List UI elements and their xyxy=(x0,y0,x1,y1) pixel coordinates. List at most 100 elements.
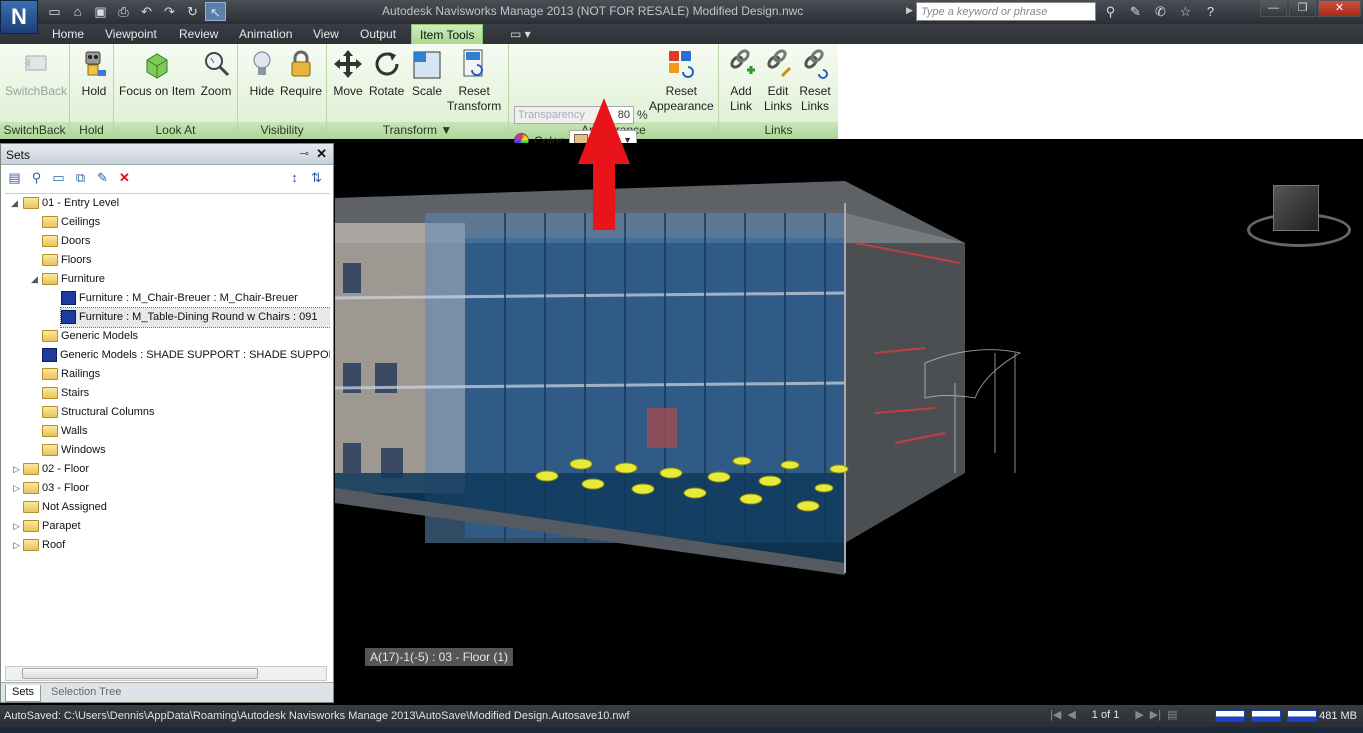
prev-page-icon[interactable]: ◀ xyxy=(1067,708,1075,721)
tree-item[interactable]: Doors xyxy=(42,232,90,251)
pin-icon[interactable]: ⊸ xyxy=(300,147,309,160)
tab-sets[interactable]: Sets xyxy=(5,685,42,702)
scrollbar-thumb[interactable] xyxy=(22,668,258,679)
tab-home[interactable]: Home xyxy=(44,24,92,44)
new-file-icon[interactable]: ▭ xyxy=(44,2,65,21)
sheet-browser-icon[interactable]: ▤ xyxy=(1167,708,1177,721)
tree-item[interactable]: Not Assigned xyxy=(23,498,107,517)
close-button[interactable]: ✕ xyxy=(1318,0,1361,17)
refresh-icon[interactable]: ↻ xyxy=(182,2,203,21)
expand-icon[interactable]: ▷ xyxy=(13,536,20,555)
favorites-icon[interactable]: ☆ xyxy=(1175,2,1196,21)
communication-icon[interactable]: ✆ xyxy=(1150,2,1171,21)
binoculars-icon[interactable]: ⚲ xyxy=(1100,2,1121,21)
scale-button[interactable]: Scale xyxy=(411,48,443,99)
close-icon[interactable]: ✕ xyxy=(316,146,327,162)
quick-access-toolbar: ▭ ⌂ ▣ ⎙ ↶ ↷ ↻ ↖ xyxy=(44,2,226,21)
tree-item[interactable]: Stairs xyxy=(42,384,89,403)
tree-item[interactable]: 01 - Entry Level xyxy=(23,194,119,213)
expand-icon[interactable]: ▷ xyxy=(13,517,20,536)
focus-on-item-button[interactable]: Focus on Item xyxy=(119,48,195,99)
viewcube[interactable] xyxy=(1273,185,1319,231)
tree-item[interactable]: Furniture : M_Chair-Breuer : M_Chair-Bre… xyxy=(61,289,298,308)
tree-item[interactable]: Floors xyxy=(42,251,92,270)
application-menu-button[interactable]: N xyxy=(0,0,38,34)
search-expand-icon[interactable]: ▶ xyxy=(906,5,913,16)
tree-item-label: Stairs xyxy=(61,387,90,399)
tree-item[interactable]: Roof xyxy=(23,536,65,555)
redo-icon[interactable]: ↷ xyxy=(159,2,180,21)
pencil-progress-bar xyxy=(1215,710,1245,722)
first-page-icon[interactable]: |◀ xyxy=(1050,708,1061,721)
tab-view[interactable]: View xyxy=(305,24,347,44)
tree-item[interactable]: 03 - Floor xyxy=(23,479,89,498)
expand-icon[interactable]: ▷ xyxy=(13,479,20,498)
tab-viewpoint[interactable]: Viewpoint xyxy=(97,24,165,44)
sets-bottom-tabs: Sets Selection Tree xyxy=(1,682,333,702)
workspace-menu-icon[interactable]: ▭ ▾ xyxy=(502,24,539,44)
tree-item[interactable]: Structural Columns xyxy=(42,403,155,422)
print-icon[interactable]: ⎙ xyxy=(113,2,134,21)
add-link-label-1: Add xyxy=(730,84,752,98)
hold-button[interactable]: Hold xyxy=(78,48,110,99)
tree-item[interactable]: Parapet xyxy=(23,517,81,536)
subscription-icon[interactable]: ✎ xyxy=(1125,2,1146,21)
undo-icon[interactable]: ↶ xyxy=(136,2,157,21)
help-search-input[interactable]: Type a keyword or phrase xyxy=(916,2,1096,21)
3d-viewport[interactable]: A(17)-1(-5) : 03 - Floor (1) xyxy=(335,143,1363,703)
sort-icon[interactable]: ↕ xyxy=(285,168,304,187)
help-icon[interactable]: ? xyxy=(1200,2,1221,21)
hide-button[interactable]: Hide xyxy=(246,48,278,99)
tree-item[interactable]: Railings xyxy=(42,365,100,384)
tree-item[interactable]: Generic Models xyxy=(42,327,138,346)
require-button[interactable]: Require xyxy=(280,48,322,99)
zoom-button[interactable]: Zoom xyxy=(200,48,232,99)
horizontal-scrollbar[interactable] xyxy=(5,666,327,681)
tree-item-label: Furniture : M_Chair-Breuer : M_Chair-Bre… xyxy=(79,292,298,304)
new-folder-icon[interactable]: ▭ xyxy=(49,168,68,187)
save-icon[interactable]: ▣ xyxy=(90,2,111,21)
tree-item[interactable]: Windows xyxy=(42,441,106,460)
focus-icon xyxy=(146,53,168,79)
tree-item[interactable]: Furniture xyxy=(42,270,105,289)
tab-item-tools[interactable]: Item Tools xyxy=(411,24,484,44)
panel-label-transform[interactable]: Transform ▼ xyxy=(327,122,508,139)
next-page-icon[interactable]: ▶ xyxy=(1135,708,1143,721)
tree-item-selected[interactable]: Furniture : M_Table-Dining Round w Chair… xyxy=(60,307,330,328)
tab-selection-tree[interactable]: Selection Tree xyxy=(45,685,127,702)
switchback-button[interactable]: SwitchBack xyxy=(5,48,67,99)
reset-appearance-button[interactable]: Reset Appearance xyxy=(649,48,714,114)
reset-links-button[interactable]: Reset Links xyxy=(799,48,831,114)
tree-item[interactable]: Ceilings xyxy=(42,213,100,232)
tab-output[interactable]: Output xyxy=(352,24,404,44)
rotate-label: Rotate xyxy=(369,84,405,98)
tree-item[interactable]: Generic Models : SHADE SUPPORT : SHADE S… xyxy=(42,346,330,365)
edit-links-button[interactable]: Edit Links xyxy=(762,48,794,114)
move-button[interactable]: Move xyxy=(332,48,364,99)
save-selection-icon[interactable]: ▤ xyxy=(5,168,24,187)
folder-icon xyxy=(23,520,39,533)
duplicate-icon[interactable]: ⧉ xyxy=(71,168,90,187)
tree-item[interactable]: 02 - Floor xyxy=(23,460,89,479)
save-search-icon[interactable]: ⚲ xyxy=(27,168,46,187)
minimize-button[interactable]: — xyxy=(1260,0,1287,17)
open-icon[interactable]: ⌂ xyxy=(67,2,88,21)
restore-button[interactable]: ❐ xyxy=(1289,0,1316,17)
rotate-button[interactable]: Rotate xyxy=(369,48,404,99)
delete-icon[interactable]: ✕ xyxy=(115,168,134,187)
tab-animation[interactable]: Animation xyxy=(231,24,300,44)
collapse-icon[interactable]: ◢ xyxy=(31,270,38,289)
expand-icon[interactable]: ▷ xyxy=(13,460,20,479)
select-icon[interactable]: ↖ xyxy=(205,2,226,21)
import-export-icon[interactable]: ⇅ xyxy=(307,168,326,187)
add-comment-icon[interactable]: ✎ xyxy=(93,168,112,187)
panel-links: Add Link Edit Links Reset Links Links xyxy=(719,44,838,139)
tree-item[interactable]: Walls xyxy=(42,422,87,441)
tab-review[interactable]: Review xyxy=(171,24,226,44)
collapse-icon[interactable]: ◢ xyxy=(11,194,18,213)
search-set-icon xyxy=(42,348,57,363)
add-link-button[interactable]: Add Link xyxy=(725,48,757,114)
move-label: Move xyxy=(333,84,363,98)
last-page-icon[interactable]: ▶| xyxy=(1150,708,1161,721)
reset-transform-button[interactable]: Reset Transform xyxy=(447,48,501,114)
